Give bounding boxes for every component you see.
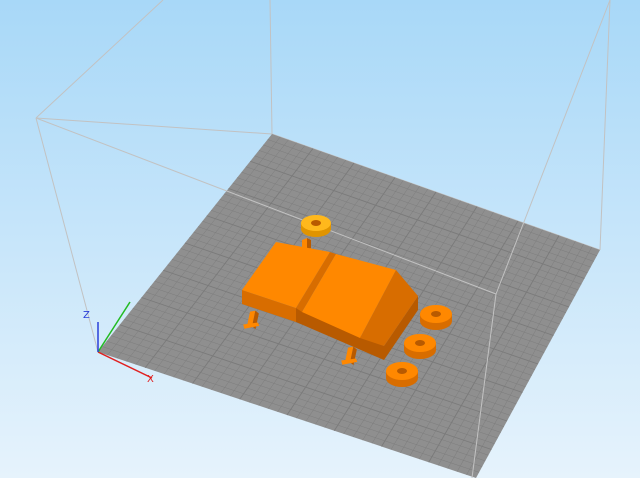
3d-viewport[interactable]: X Z xyxy=(0,0,640,478)
selected-ring-object[interactable] xyxy=(301,215,331,237)
ring-object[interactable] xyxy=(386,362,418,387)
z-axis-label: Z xyxy=(83,310,90,321)
ring-object[interactable] xyxy=(420,305,452,330)
x-axis-label: X xyxy=(147,374,154,385)
ring-object[interactable] xyxy=(404,334,436,359)
scene-canvas[interactable]: X Z xyxy=(0,0,640,478)
